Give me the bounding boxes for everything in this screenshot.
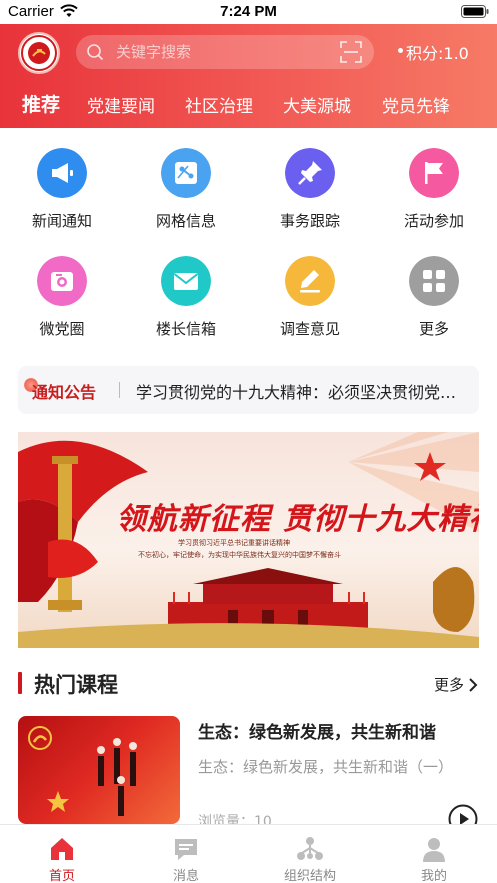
- tab-community[interactable]: 社区治理: [185, 92, 253, 117]
- banner-title: 领航新征程 贯彻十九大精神: [116, 502, 479, 537]
- course-description: 生态：绿色新发展，共生新和谐（一）: [198, 758, 454, 776]
- nav-label: 首页: [48, 869, 75, 883]
- profile-icon: [423, 838, 445, 862]
- party-emblem-icon: [21, 35, 57, 71]
- battery-icon: [461, 5, 489, 18]
- points-display[interactable]: 积分:1.0: [398, 40, 469, 64]
- grid-label: 事务跟踪: [279, 212, 340, 230]
- nav-label: 组织结构: [283, 869, 336, 883]
- nav-item-messages[interactable]: 消息: [124, 825, 248, 883]
- banner-carousel[interactable]: 领航新征程 贯彻十九大精神 学习贯彻习近平总书记重要讲话精神 不忘初心，牢记使命…: [18, 432, 479, 648]
- search-box[interactable]: [76, 35, 374, 69]
- status-bar: Carrier 7:24 PM: [0, 0, 497, 24]
- search-icon: [87, 44, 104, 61]
- bottom-nav: 首页 消息 组织结构 我的: [0, 824, 497, 883]
- grid-info-icon: [161, 148, 211, 198]
- notice-divider: [119, 382, 120, 398]
- search-input[interactable]: [116, 35, 336, 69]
- message-icon: [175, 839, 197, 860]
- banner-subtitle-1: 学习贯彻习近平总书记重要讲话精神: [178, 539, 290, 547]
- grid-item-more[interactable]: 更多: [372, 254, 496, 354]
- nav-label: 我的: [420, 869, 447, 883]
- camera-icon: [37, 256, 87, 306]
- course-thumbnail[interactable]: [18, 716, 180, 824]
- nav-label: 消息: [172, 869, 199, 883]
- grid-label: 活动参加: [403, 212, 464, 230]
- status-time: 7:24 PM: [220, 3, 277, 20]
- grid-item-mailbox[interactable]: 楼长信箱: [124, 254, 248, 354]
- grid-label: 更多: [418, 320, 449, 338]
- grid-label: 楼长信箱: [155, 320, 216, 338]
- grid-item-micro-party[interactable]: 微党圈: [0, 254, 124, 354]
- chevron-right-icon[interactable]: [468, 677, 478, 693]
- nav-item-profile[interactable]: 我的: [372, 825, 496, 883]
- notice-text[interactable]: 学习贯彻党的十九大精神：必须坚决贯彻党中央决策部署: [136, 379, 472, 403]
- home-icon: [51, 838, 73, 860]
- org-structure-icon: [297, 837, 323, 860]
- pin-icon: [285, 148, 335, 198]
- points-value: 1.0: [443, 44, 469, 63]
- section-accent-bar: [18, 672, 22, 694]
- megaphone-icon: [37, 148, 87, 198]
- party-logo[interactable]: [18, 32, 60, 74]
- notice-title: 通知公告: [32, 383, 97, 402]
- mail-icon: [161, 256, 211, 306]
- grid-item-tracking[interactable]: 事务跟踪: [248, 146, 372, 246]
- more-icon: [409, 256, 459, 306]
- category-tabs: 推荐 党建要闻 社区治理 大美源城 党员先锋: [0, 88, 497, 128]
- grid-item-news[interactable]: 新闻通知: [0, 146, 124, 246]
- grid-item-survey[interactable]: 调查意见: [248, 254, 372, 354]
- section-title: 热门课程: [34, 673, 118, 697]
- grid-item-activity[interactable]: 活动参加: [372, 146, 496, 246]
- nav-item-org[interactable]: 组织结构: [248, 825, 372, 883]
- notice-bar[interactable]: 通知公告 学习贯彻党的十九大精神：必须坚决贯彻党中央决策部署: [18, 366, 479, 414]
- flag-icon: [409, 148, 459, 198]
- section-more-link[interactable]: 更多: [434, 674, 464, 695]
- banner-subtitle-2: 不忘初心，牢记使命，为实现中华民族伟大复兴的中国梦不懈奋斗: [138, 551, 341, 559]
- course-thumbnail-art: [28, 726, 137, 816]
- grid-label: 网格信息: [155, 212, 216, 230]
- tab-recommend[interactable]: 推荐: [22, 90, 60, 117]
- edit-icon: [285, 256, 335, 306]
- tab-pioneer[interactable]: 党员先锋: [382, 92, 450, 117]
- tab-yuancheng[interactable]: 大美源城: [283, 92, 351, 117]
- grid-item-grid-info[interactable]: 网格信息: [124, 146, 248, 246]
- grid-label: 调查意见: [279, 320, 340, 338]
- grid-label: 微党圈: [39, 320, 85, 338]
- points-dot-icon: [398, 48, 403, 53]
- grid-label: 新闻通知: [31, 212, 92, 230]
- nav-item-home[interactable]: 首页: [0, 825, 124, 883]
- app-header: Carrier 7:24 PM 积分: [0, 0, 497, 128]
- scan-icon[interactable]: [340, 41, 362, 63]
- points-label: 积分:: [406, 44, 444, 63]
- course-title[interactable]: 生态：绿色新发展，共生新和谐: [198, 718, 468, 743]
- tab-party-news[interactable]: 党建要闻: [87, 92, 155, 117]
